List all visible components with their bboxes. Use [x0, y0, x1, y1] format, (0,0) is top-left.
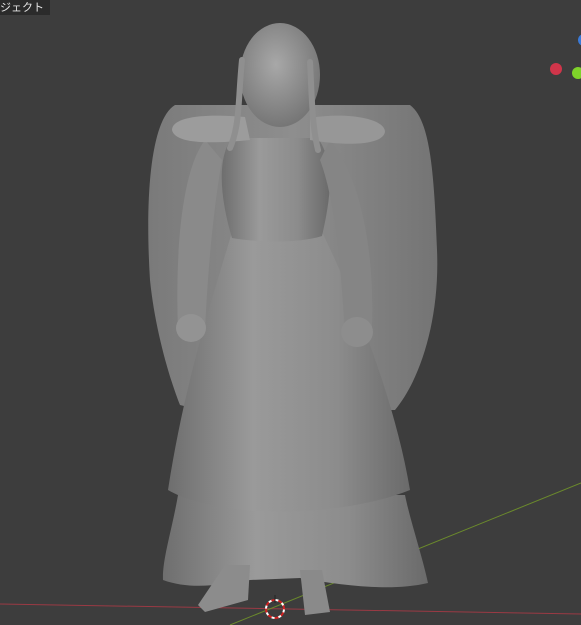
grid-x-axis-line [0, 603, 581, 615]
viewport-mode-label[interactable]: ジェクト [0, 0, 50, 15]
3d-viewport[interactable]: ジェクト [0, 0, 581, 625]
navigation-gizmo[interactable] [550, 34, 581, 79]
bodice [221, 138, 330, 242]
gizmo-x-axis-icon[interactable] [550, 63, 562, 75]
gizmo-y-axis-icon[interactable] [572, 67, 581, 79]
viewport-scene [0, 23, 581, 625]
right-hand [341, 317, 373, 347]
left-hand [176, 314, 206, 342]
